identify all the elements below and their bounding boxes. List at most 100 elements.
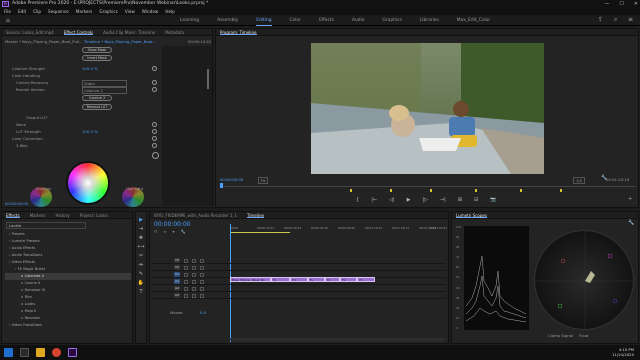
razor-tool-icon[interactable]: ✂ [139,253,143,259]
tab-sequence-audio[interactable]: WYO_FRIDEMPE_with_Audio Recorder 1_1 [154,212,237,218]
menu-file[interactable]: File [4,8,11,15]
reset-icon[interactable] [152,87,157,92]
show-mask-button[interactable]: Show Mask [82,47,112,53]
rate-stretch-icon[interactable]: ⇹ [139,262,143,268]
file-explorer-icon[interactable] [36,348,45,357]
lock-icon[interactable] [184,273,188,277]
lock-icon[interactable] [184,280,188,284]
program-video-frame[interactable] [311,43,544,174]
clamp-signal-checkbox[interactable]: Clamp Signal [548,333,573,338]
work-area-bar[interactable] [230,232,290,233]
close-button[interactable]: ✕ [634,0,638,8]
eyedropper-icon[interactable] [152,152,159,159]
play-icon[interactable]: ▶ [407,197,411,203]
step-forward-icon[interactable]: |▷ [422,197,428,203]
effects-tree-item[interactable]: ▫ Film [5,294,131,301]
start-icon[interactable] [4,348,13,357]
keyframe-area[interactable] [162,46,212,206]
notifications-icon[interactable]: ≡ [628,16,633,23]
lock-icon[interactable] [184,287,188,291]
reset-icon[interactable] [152,129,157,134]
master-clip-label[interactable]: Master * Boys_Playing_Paper_Boat_Pull... [5,39,83,44]
effects-tree-item[interactable]: ▫ Denoiser III [5,287,131,294]
effects-tree-item[interactable]: › Video Transitions [5,322,131,329]
tab-color[interactable]: Color [290,15,301,26]
tab-libraries[interactable]: Libraries [420,15,439,26]
eye-icon[interactable] [200,259,204,263]
type-tool-icon[interactable]: T [139,289,142,295]
ripple-edit-icon[interactable]: ✥ [139,235,143,241]
marker[interactable] [430,189,432,192]
search-icon[interactable]: ⌕ [614,16,617,24]
three-way-label[interactable]: 3-Way [16,143,28,148]
eye-icon[interactable] [200,266,204,270]
reset-icon[interactable] [152,143,157,148]
track-label[interactable]: A3 [174,293,180,298]
sequence-clip-label[interactable]: Timeline * Boys_Playing_Paper_Boat... [84,39,156,44]
control-recovery-select[interactable]: Video [82,80,127,87]
track-label[interactable]: V3 [174,258,180,263]
marker[interactable] [350,189,352,192]
effects-search-input[interactable]: Lookie [6,222,86,229]
add-marker-icon[interactable]: ▾ [172,229,174,234]
selection-tool-icon[interactable]: ▶ [139,217,143,223]
timeline-timecode[interactable]: 00:00:00:00 [154,221,191,228]
menu-help[interactable]: Help [165,8,175,15]
scopes-settings-icon[interactable]: 🔧 [628,220,634,226]
menu-view[interactable]: View [125,8,135,15]
sync-icon[interactable] [192,266,196,270]
sync-icon[interactable] [192,280,196,284]
track-header[interactable]: A3 [152,293,446,299]
marker[interactable] [475,189,477,192]
export-frame-icon[interactable]: 📷 [490,197,496,203]
sync-icon[interactable] [192,294,196,298]
color-correction-label[interactable]: Color Correction [12,136,43,141]
track-select-icon[interactable]: ⇥ [139,226,143,232]
chrome-icon[interactable] [52,348,61,357]
sync-icon[interactable] [192,287,196,291]
tab-metadata[interactable]: Metadata [165,29,184,35]
lock-icon[interactable] [184,266,188,270]
menu-edit[interactable]: Edit [18,8,26,15]
effects-tree-item[interactable]: ▫ Mojo II [5,308,131,315]
tab-effect-controls[interactable]: Effect Controls [63,29,94,35]
lock-icon[interactable] [184,294,188,298]
effects-tree-item[interactable]: ▫ Looks [5,301,131,308]
reset-icon[interactable] [152,80,157,85]
program-timecode[interactable]: 00:00:00:00 [220,177,243,182]
sync-icon[interactable] [192,259,196,263]
sync-icon[interactable] [192,273,196,277]
hand-tool-icon[interactable]: ✋ [138,280,144,286]
tab-lumetri-scopes[interactable]: Lumetri Scopes [456,212,487,218]
playhead[interactable] [220,183,223,188]
eye-icon[interactable] [200,287,204,291]
effects-tree-item[interactable]: ▫ Cosmo II [5,280,131,287]
menu-clip[interactable]: Clip [33,8,41,15]
menu-sequence[interactable]: Sequence [48,8,69,15]
color-handling-label[interactable]: Color Handling [12,73,40,78]
track-label[interactable]: V1 [174,272,180,277]
snap-icon[interactable]: ⊓ [154,229,157,234]
linked-selection-icon[interactable]: ∞ [163,229,166,234]
tab-effects[interactable]: Effects [319,15,334,26]
marker[interactable] [390,189,392,192]
timeline-clip[interactable]: Fx [290,277,308,282]
effects-tree-item[interactable]: › Presets [5,231,131,238]
menu-markers[interactable]: Markers [76,8,93,15]
timeline-clip[interactable]: Fx Lumetri [340,277,358,282]
system-clock[interactable]: 4:15 PM 11/24/2020 [612,347,634,357]
tab-effects-panel[interactable]: Effects [6,212,20,218]
eye-icon[interactable] [200,294,204,298]
tab-project[interactable]: Project: Looks [80,212,108,218]
track-label[interactable]: A1 [174,279,180,284]
timeline-scrollbar[interactable] [230,338,445,341]
tab-audio-clip-mixer[interactable]: Audio Clip Mixer: Timeline [103,29,155,35]
effects-tree-item[interactable]: ▫ Renoiser [5,315,131,322]
effects-tree-item[interactable]: ▫ Colorista V [5,273,131,280]
track-header[interactable]: A2 [152,286,446,292]
reset-icon[interactable] [152,122,157,127]
premiere-taskbar-icon[interactable] [68,348,77,357]
lock-icon[interactable] [184,259,188,263]
tab-editing[interactable]: Editing [256,15,272,26]
lut-strength-value[interactable]: 100.0 % [82,129,98,134]
